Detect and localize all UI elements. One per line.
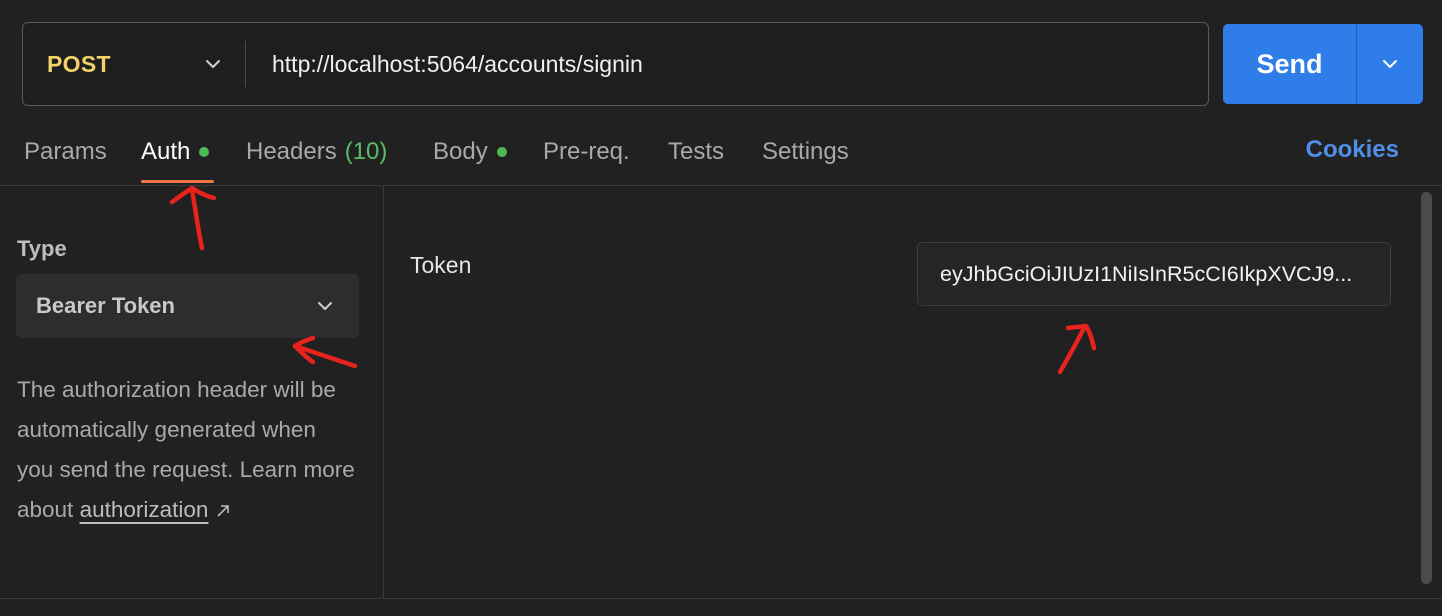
chevron-down-icon <box>1383 60 1397 68</box>
authorization-link[interactable]: authorization <box>80 497 209 522</box>
tab-label: Auth <box>141 138 191 165</box>
bottom-divider <box>0 598 1442 599</box>
tab-pre-request[interactable]: Pre-req. <box>543 136 630 168</box>
auth-help-text: The authorization header will be automat… <box>17 370 357 530</box>
tab-label: Tests <box>668 138 725 165</box>
request-editor: POST Send Params Auth Headers (10) B <box>0 0 1442 616</box>
tab-label: Settings <box>762 138 849 165</box>
send-button[interactable]: Send <box>1223 24 1357 104</box>
auth-type-panel: Type Bearer Token The authorization head… <box>0 186 384 598</box>
chevron-down-icon <box>206 60 220 68</box>
chevron-down-icon <box>318 302 332 310</box>
url-input[interactable] <box>246 23 1208 105</box>
tab-count: (10) <box>344 138 388 165</box>
method-label: POST <box>47 50 111 77</box>
tab-label: Body <box>433 138 488 165</box>
token-value: eyJhbGciOiJIUzI1NiIsInR5cCI6IkpXVCJ9... <box>940 261 1353 286</box>
tab-params[interactable]: Params <box>24 136 107 168</box>
tab-settings[interactable]: Settings <box>762 136 849 168</box>
tab-auth[interactable]: Auth <box>141 136 210 168</box>
status-dot-icon <box>496 147 507 157</box>
tab-label: Headers <box>246 138 337 165</box>
send-button-group: Send <box>1223 24 1423 104</box>
auth-type-select[interactable]: Bearer Token <box>16 274 359 338</box>
tab-tests[interactable]: Tests <box>668 136 724 168</box>
auth-type-value: Bearer Token <box>36 293 175 318</box>
url-bar: POST <box>22 22 1209 106</box>
request-tabs: Params Auth Headers (10) Body Pre-req. T… <box>0 120 1442 186</box>
annotation-arrow-icon <box>1057 323 1097 375</box>
status-dot-icon <box>199 147 210 157</box>
tab-label: Params <box>24 138 107 165</box>
token-label: Token <box>410 252 472 278</box>
tab-headers[interactable]: Headers (10) <box>246 136 387 168</box>
auth-type-label: Type <box>17 236 67 261</box>
send-options-button[interactable] <box>1357 24 1423 104</box>
active-tab-indicator <box>141 180 214 183</box>
token-input[interactable]: eyJhbGciOiJIUzI1NiIsInR5cCI6IkpXVCJ9... <box>917 242 1391 306</box>
tab-body[interactable]: Body <box>433 136 507 168</box>
cookies-link[interactable]: Cookies <box>1306 136 1399 164</box>
external-link-icon <box>217 505 230 517</box>
tab-label: Pre-req. <box>543 138 630 165</box>
method-select[interactable]: POST <box>23 23 245 105</box>
scrollbar[interactable] <box>1421 192 1432 584</box>
